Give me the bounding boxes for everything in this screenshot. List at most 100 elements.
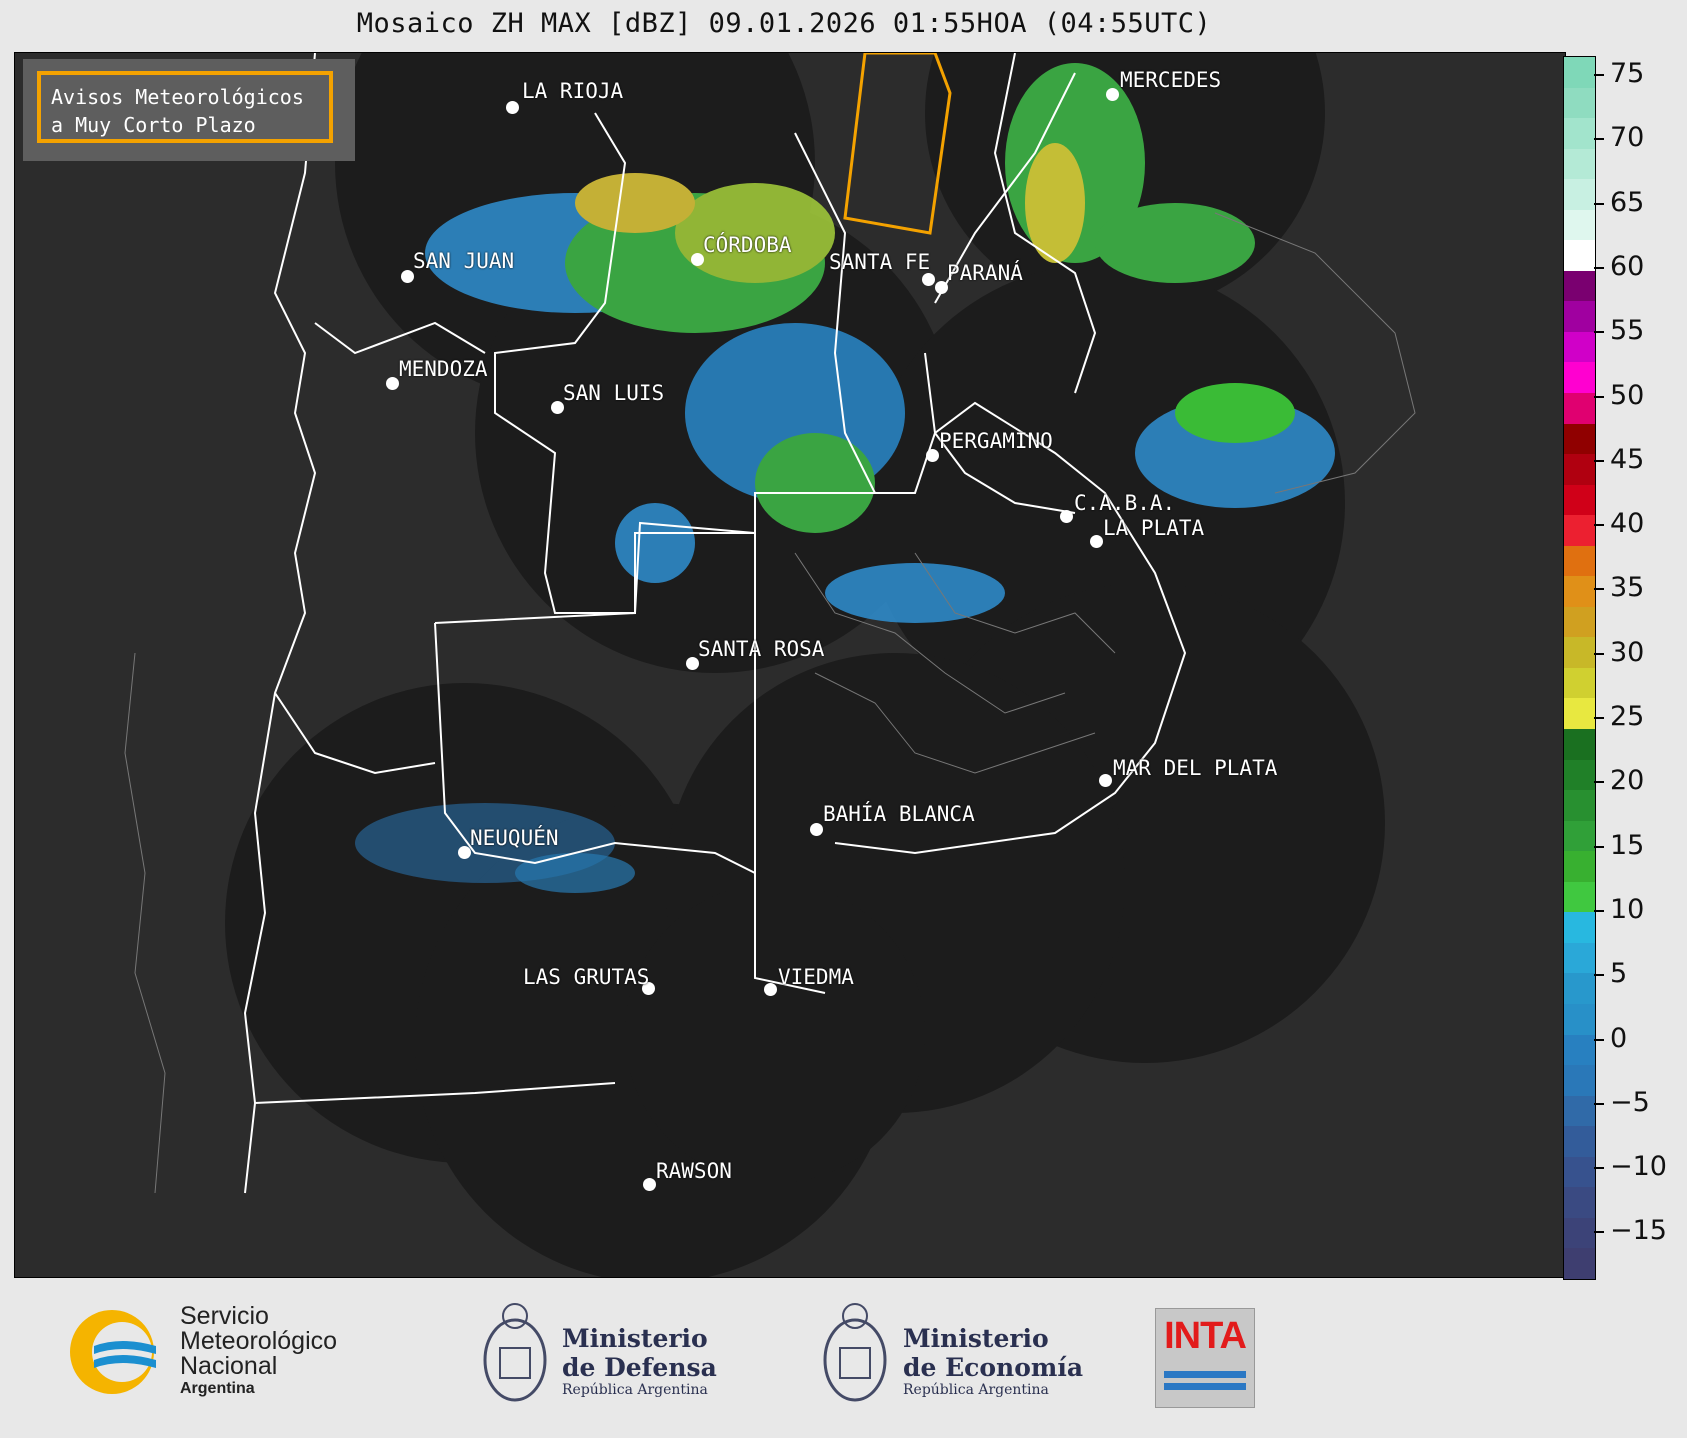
colorbar-tick: [1594, 395, 1604, 398]
colorbar-segment: [1564, 454, 1595, 485]
smn-line2: Meteorológico: [180, 1327, 338, 1355]
colorbar-tick-label: −15: [1610, 1215, 1667, 1247]
colorbar-segment: [1564, 851, 1595, 882]
colorbar-segment: [1564, 606, 1595, 638]
colorbar-segment: [1564, 1065, 1595, 1096]
city-dot: [1099, 774, 1112, 787]
city-label: SAN JUAN: [413, 249, 515, 273]
colorbar-segment: [1564, 820, 1595, 852]
colorbar-segment: [1564, 331, 1595, 363]
economia-logo-text: Ministerio de Economía República Argenti…: [903, 1324, 1083, 1398]
colorbar-tick: [1594, 1167, 1604, 1170]
city-label: C.A.B.A.: [1074, 491, 1176, 515]
colorbar-segment: [1564, 87, 1595, 119]
colorbar-tick-label: 70: [1610, 122, 1645, 154]
colorbar-tick: [1594, 1231, 1604, 1234]
colorbar-segment: [1564, 1248, 1595, 1279]
colorbar-tick-label: 0: [1610, 1022, 1628, 1054]
city-label: MERCEDES: [1120, 68, 1222, 92]
coat-of-arms-icon: [823, 1303, 887, 1402]
city-label: PERGAMINO: [939, 429, 1053, 453]
coat-of-arms-icon: [483, 1303, 547, 1402]
warning-legend-line2: a Muy Corto Plazo: [51, 113, 256, 137]
warning-legend-line1: Avisos Meteorológicos: [51, 85, 304, 109]
city-label: PARANÁ: [947, 261, 1023, 285]
colorbar-segment: [1564, 912, 1595, 943]
city-dot: [506, 101, 519, 114]
city-dot: [643, 1178, 656, 1191]
city-label: LAS GRUTAS: [523, 965, 650, 989]
colorbar-tick: [1594, 74, 1604, 76]
city-label: MENDOZA: [399, 357, 488, 381]
colorbar-tick: [1594, 331, 1604, 334]
colorbar-tick: [1594, 652, 1604, 655]
colorbar-tick: [1594, 588, 1604, 591]
city-label: RAWSON: [656, 1159, 732, 1183]
colorbar-tick-label: 30: [1610, 636, 1645, 668]
colorbar-tick-label: 20: [1610, 765, 1645, 797]
smn-line3: Nacional: [180, 1352, 278, 1380]
colorbar-tick: [1594, 202, 1604, 205]
smn-logo-icon: [70, 1310, 156, 1394]
colorbar-segment: [1564, 484, 1595, 516]
colorbar-tick-label: 25: [1610, 701, 1645, 732]
colorbar-segment: [1564, 393, 1595, 424]
city-label: SANTA ROSA: [698, 637, 825, 661]
colorbar-segment: [1564, 301, 1595, 332]
colorbar-tick-label: −5: [1610, 1086, 1650, 1118]
city-dot: [922, 273, 935, 286]
city-label: LA PLATA: [1103, 516, 1205, 540]
smn-line1: Servicio: [180, 1302, 269, 1330]
colorbar-segment: [1564, 1187, 1595, 1218]
colorbar-segment: [1564, 240, 1595, 271]
colorbar-segment: [1564, 270, 1595, 302]
city-dot: [1060, 510, 1073, 523]
colorbar-tick: [1594, 781, 1604, 784]
city-dot: [810, 823, 823, 836]
colorbar-segment: [1564, 576, 1595, 607]
colorbar-tick: [1594, 266, 1604, 269]
colorbar-tick-label: 35: [1610, 572, 1645, 604]
colorbar-segment: [1564, 881, 1595, 913]
colorbar-segment: [1564, 148, 1595, 180]
colorbar-tick: [1594, 138, 1604, 141]
colorbar-segment: [1564, 209, 1595, 241]
colorbar-segment: [1564, 179, 1595, 210]
warning-legend[interactable]: Avisos Meteorológicos a Muy Corto Plazo: [37, 71, 333, 143]
city-label: VIEDMA: [778, 965, 854, 989]
colorbar-segment: [1564, 1034, 1595, 1066]
colorbar-tick-label: 65: [1610, 186, 1645, 218]
economia-line1: Ministerio: [903, 1324, 1049, 1353]
colorbar-tick-label: 50: [1610, 379, 1645, 411]
colorbar-segment: [1564, 698, 1595, 730]
city-label: NEUQUÉN: [470, 826, 559, 850]
colorbar-segment: [1564, 362, 1595, 394]
colorbar-tick: [1594, 845, 1604, 848]
colorbar-segment: [1564, 637, 1595, 668]
colorbar-tick-label: 60: [1610, 250, 1645, 282]
colorbar-segment: [1564, 1003, 1595, 1035]
colorbar-segment: [1564, 667, 1595, 699]
colorbar-segment: [1564, 423, 1595, 455]
city-label: BAHÍA BLANCA: [823, 802, 975, 826]
city-dot: [764, 983, 777, 996]
defensa-logo-text: Ministerio de Defensa República Argentin…: [562, 1324, 717, 1398]
radar-map[interactable]: Avisos Meteorológicos a Muy Corto Plazo …: [14, 52, 1566, 1278]
colorbar-tick-label: 75: [1610, 58, 1645, 89]
city-dot: [1090, 535, 1103, 548]
colorbar-segment: [1564, 545, 1595, 577]
city-label: LA RIOJA: [522, 79, 624, 103]
colorbar-tick: [1594, 1102, 1604, 1105]
colorbar-segment: [1564, 790, 1595, 821]
colorbar-tick: [1594, 974, 1604, 977]
colorbar-segment: [1564, 1156, 1595, 1188]
colorbar-tick-label: 15: [1610, 829, 1645, 861]
colorbar-tick: [1594, 459, 1604, 462]
inta-logo: INTA: [1155, 1308, 1255, 1408]
smn-line4: Argentina: [180, 1380, 255, 1397]
smn-logo-text: Servicio Meteorológico Nacional Argentin…: [180, 1304, 337, 1399]
warning-legend-box: Avisos Meteorológicos a Muy Corto Plazo: [23, 59, 355, 161]
defensa-line2: de Defensa: [562, 1353, 717, 1382]
city-dot: [386, 377, 399, 390]
colorbar-segment: [1564, 1095, 1595, 1127]
